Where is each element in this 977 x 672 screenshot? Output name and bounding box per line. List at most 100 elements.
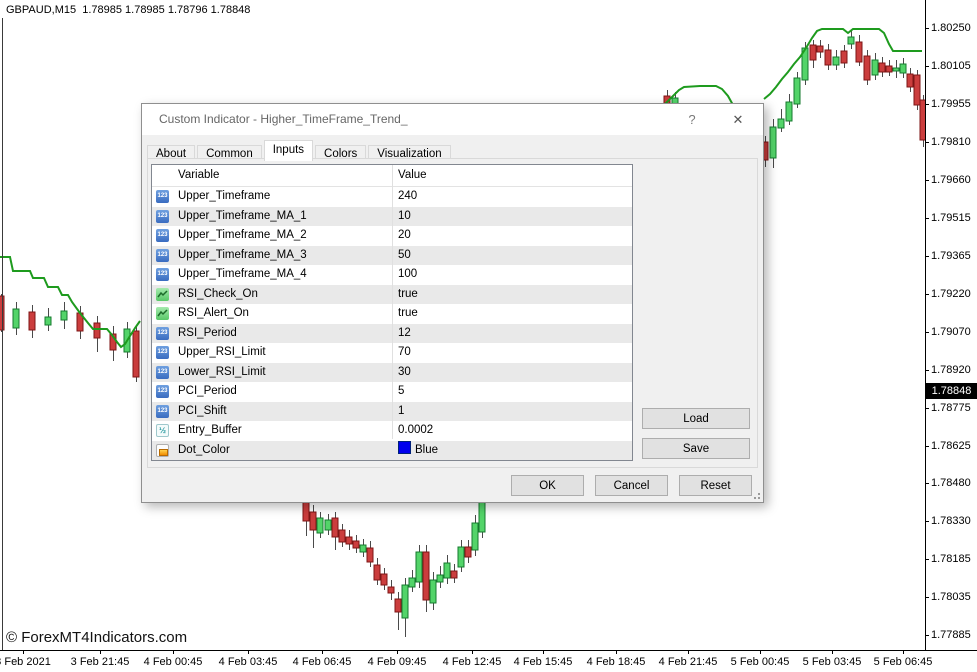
value-cell[interactable]: 10 (398, 207, 411, 227)
ok-button[interactable]: OK (511, 475, 584, 496)
time-tick-label: 4 Feb 00:45 (131, 656, 215, 668)
number-icon: 123 (156, 229, 169, 242)
price-tick-label: 1.78775 (931, 402, 977, 415)
time-tick-mark (616, 651, 617, 654)
bullish-candle (833, 57, 839, 65)
bullish-candle (900, 64, 906, 73)
tab-inputs[interactable]: Inputs (264, 140, 313, 161)
time-tick-mark (543, 651, 544, 654)
time-tick-label: 5 Feb 06:45 (861, 656, 945, 668)
bearish-candle (914, 75, 920, 105)
column-header-variable[interactable]: Variable (178, 165, 219, 186)
value-cell[interactable]: 50 (398, 246, 411, 266)
price-tick-mark (925, 521, 929, 522)
cancel-button[interactable]: Cancel (595, 475, 668, 496)
help-icon[interactable]: ? (679, 104, 705, 135)
number-icon: 123 (156, 366, 169, 379)
value-cell[interactable]: 12 (398, 324, 411, 344)
trend-indicator-line (0, 257, 140, 347)
bearish-candle (346, 537, 352, 544)
bullish-candle (13, 309, 19, 328)
bearish-candle (423, 552, 429, 600)
bullish-candle (893, 68, 899, 71)
inputs-tab-page: Variable Value 123 Upper_Timeframe 240 123 U… (147, 158, 758, 468)
variable-cell: Upper_Timeframe_MA_3 (178, 246, 307, 266)
bullish-candle (472, 523, 478, 550)
dialog-titlebar[interactable]: Custom Indicator - Higher_TimeFrame_Tren… (142, 104, 763, 135)
symbol-ohlc-readout: GBPAUD,M15 1.78985 1.78985 1.78796 1.788… (6, 4, 250, 16)
value-cell[interactable]: 0.0002 (398, 421, 433, 441)
value-cell[interactable]: 30 (398, 363, 411, 383)
price-tick-label: 1.78480 (931, 477, 977, 490)
number-icon: 123 (156, 346, 169, 359)
bearish-candle (451, 571, 457, 578)
bearish-candle (907, 74, 913, 87)
reset-button[interactable]: Reset (679, 475, 752, 496)
value-color-swatch (398, 441, 411, 454)
bullish-candle (45, 317, 51, 325)
mt4-chart-window: GBPAUD,M15 1.78985 1.78985 1.78796 1.788… (0, 0, 977, 672)
price-tick-label: 1.78625 (931, 440, 977, 453)
variable-cell: Upper_Timeframe_MA_1 (178, 207, 307, 227)
variable-cell: PCI_Period (178, 382, 237, 402)
bullish-candle (402, 585, 408, 618)
variable-cell: Lower_RSI_Limit (178, 363, 266, 383)
bearish-candle (395, 599, 401, 612)
price-tick-mark (925, 294, 929, 295)
price-tick-mark (925, 483, 929, 484)
bearish-candle (817, 46, 823, 52)
value-cell[interactable]: 240 (398, 187, 417, 207)
time-tick-mark (903, 651, 904, 654)
value-cell[interactable]: 100 (398, 265, 417, 285)
column-header-value[interactable]: Value (398, 165, 427, 186)
bullish-candle (479, 500, 485, 532)
variable-cell: Upper_RSI_Limit (178, 343, 266, 363)
custom-indicator-dialog: Custom Indicator - Higher_TimeFrame_Tren… (141, 103, 764, 503)
bearish-candle (810, 45, 816, 60)
bullish-candle (794, 78, 800, 104)
price-tick-mark (925, 597, 929, 598)
value-cell[interactable]: 1 (398, 402, 404, 422)
save-button[interactable]: Save (642, 438, 750, 459)
price-tick-label: 1.77885 (931, 629, 977, 642)
bearish-candle (879, 63, 885, 72)
bearish-candle (864, 56, 870, 80)
time-tick-mark (472, 651, 473, 654)
bearish-candle (310, 512, 316, 530)
price-tick-label: 1.79070 (931, 326, 977, 339)
value-cell[interactable]: 20 (398, 226, 411, 246)
value-cell[interactable]: 70 (398, 343, 411, 363)
price-tick-mark (925, 408, 929, 409)
price-tick-label: 1.79515 (931, 212, 977, 225)
value-cell[interactable]: true (398, 304, 418, 324)
column-divider[interactable] (392, 164, 393, 439)
number-icon: 123 (156, 190, 169, 203)
table-row[interactable]: Dot_ColorBlue (152, 441, 632, 461)
bearish-candle (388, 587, 394, 593)
resize-grip[interactable] (752, 491, 760, 499)
time-tick-mark (100, 651, 101, 654)
bearish-candle (339, 530, 345, 542)
number-icon: 123 (156, 249, 169, 262)
value-cell[interactable]: true (398, 285, 418, 305)
time-tick-label: 4 Feb 06:45 (280, 656, 364, 668)
bullish-candle (786, 102, 792, 121)
color-swatch-mini (159, 449, 168, 456)
value-cell[interactable]: 5 (398, 382, 404, 402)
variable-cell: Upper_Timeframe_MA_4 (178, 265, 307, 285)
number-icon: 123 (156, 268, 169, 281)
bearish-candle (332, 518, 338, 537)
number-icon: 123 (156, 385, 169, 398)
variable-cell: Upper_Timeframe (178, 187, 270, 207)
load-button[interactable]: Load (642, 408, 750, 429)
price-tick-mark (925, 635, 929, 636)
price-tick-label: 1.80105 (931, 60, 977, 73)
value-cell[interactable]: Blue (398, 441, 438, 461)
price-tick-mark (925, 180, 929, 181)
close-icon[interactable]: ✕ (725, 104, 751, 135)
variable-cell: Entry_Buffer (178, 421, 242, 441)
time-tick-label: 3 Feb 2021 (0, 656, 65, 668)
bullish-candle (416, 552, 422, 582)
price-tick-mark (925, 370, 929, 371)
price-tick-label: 1.79220 (931, 288, 977, 301)
